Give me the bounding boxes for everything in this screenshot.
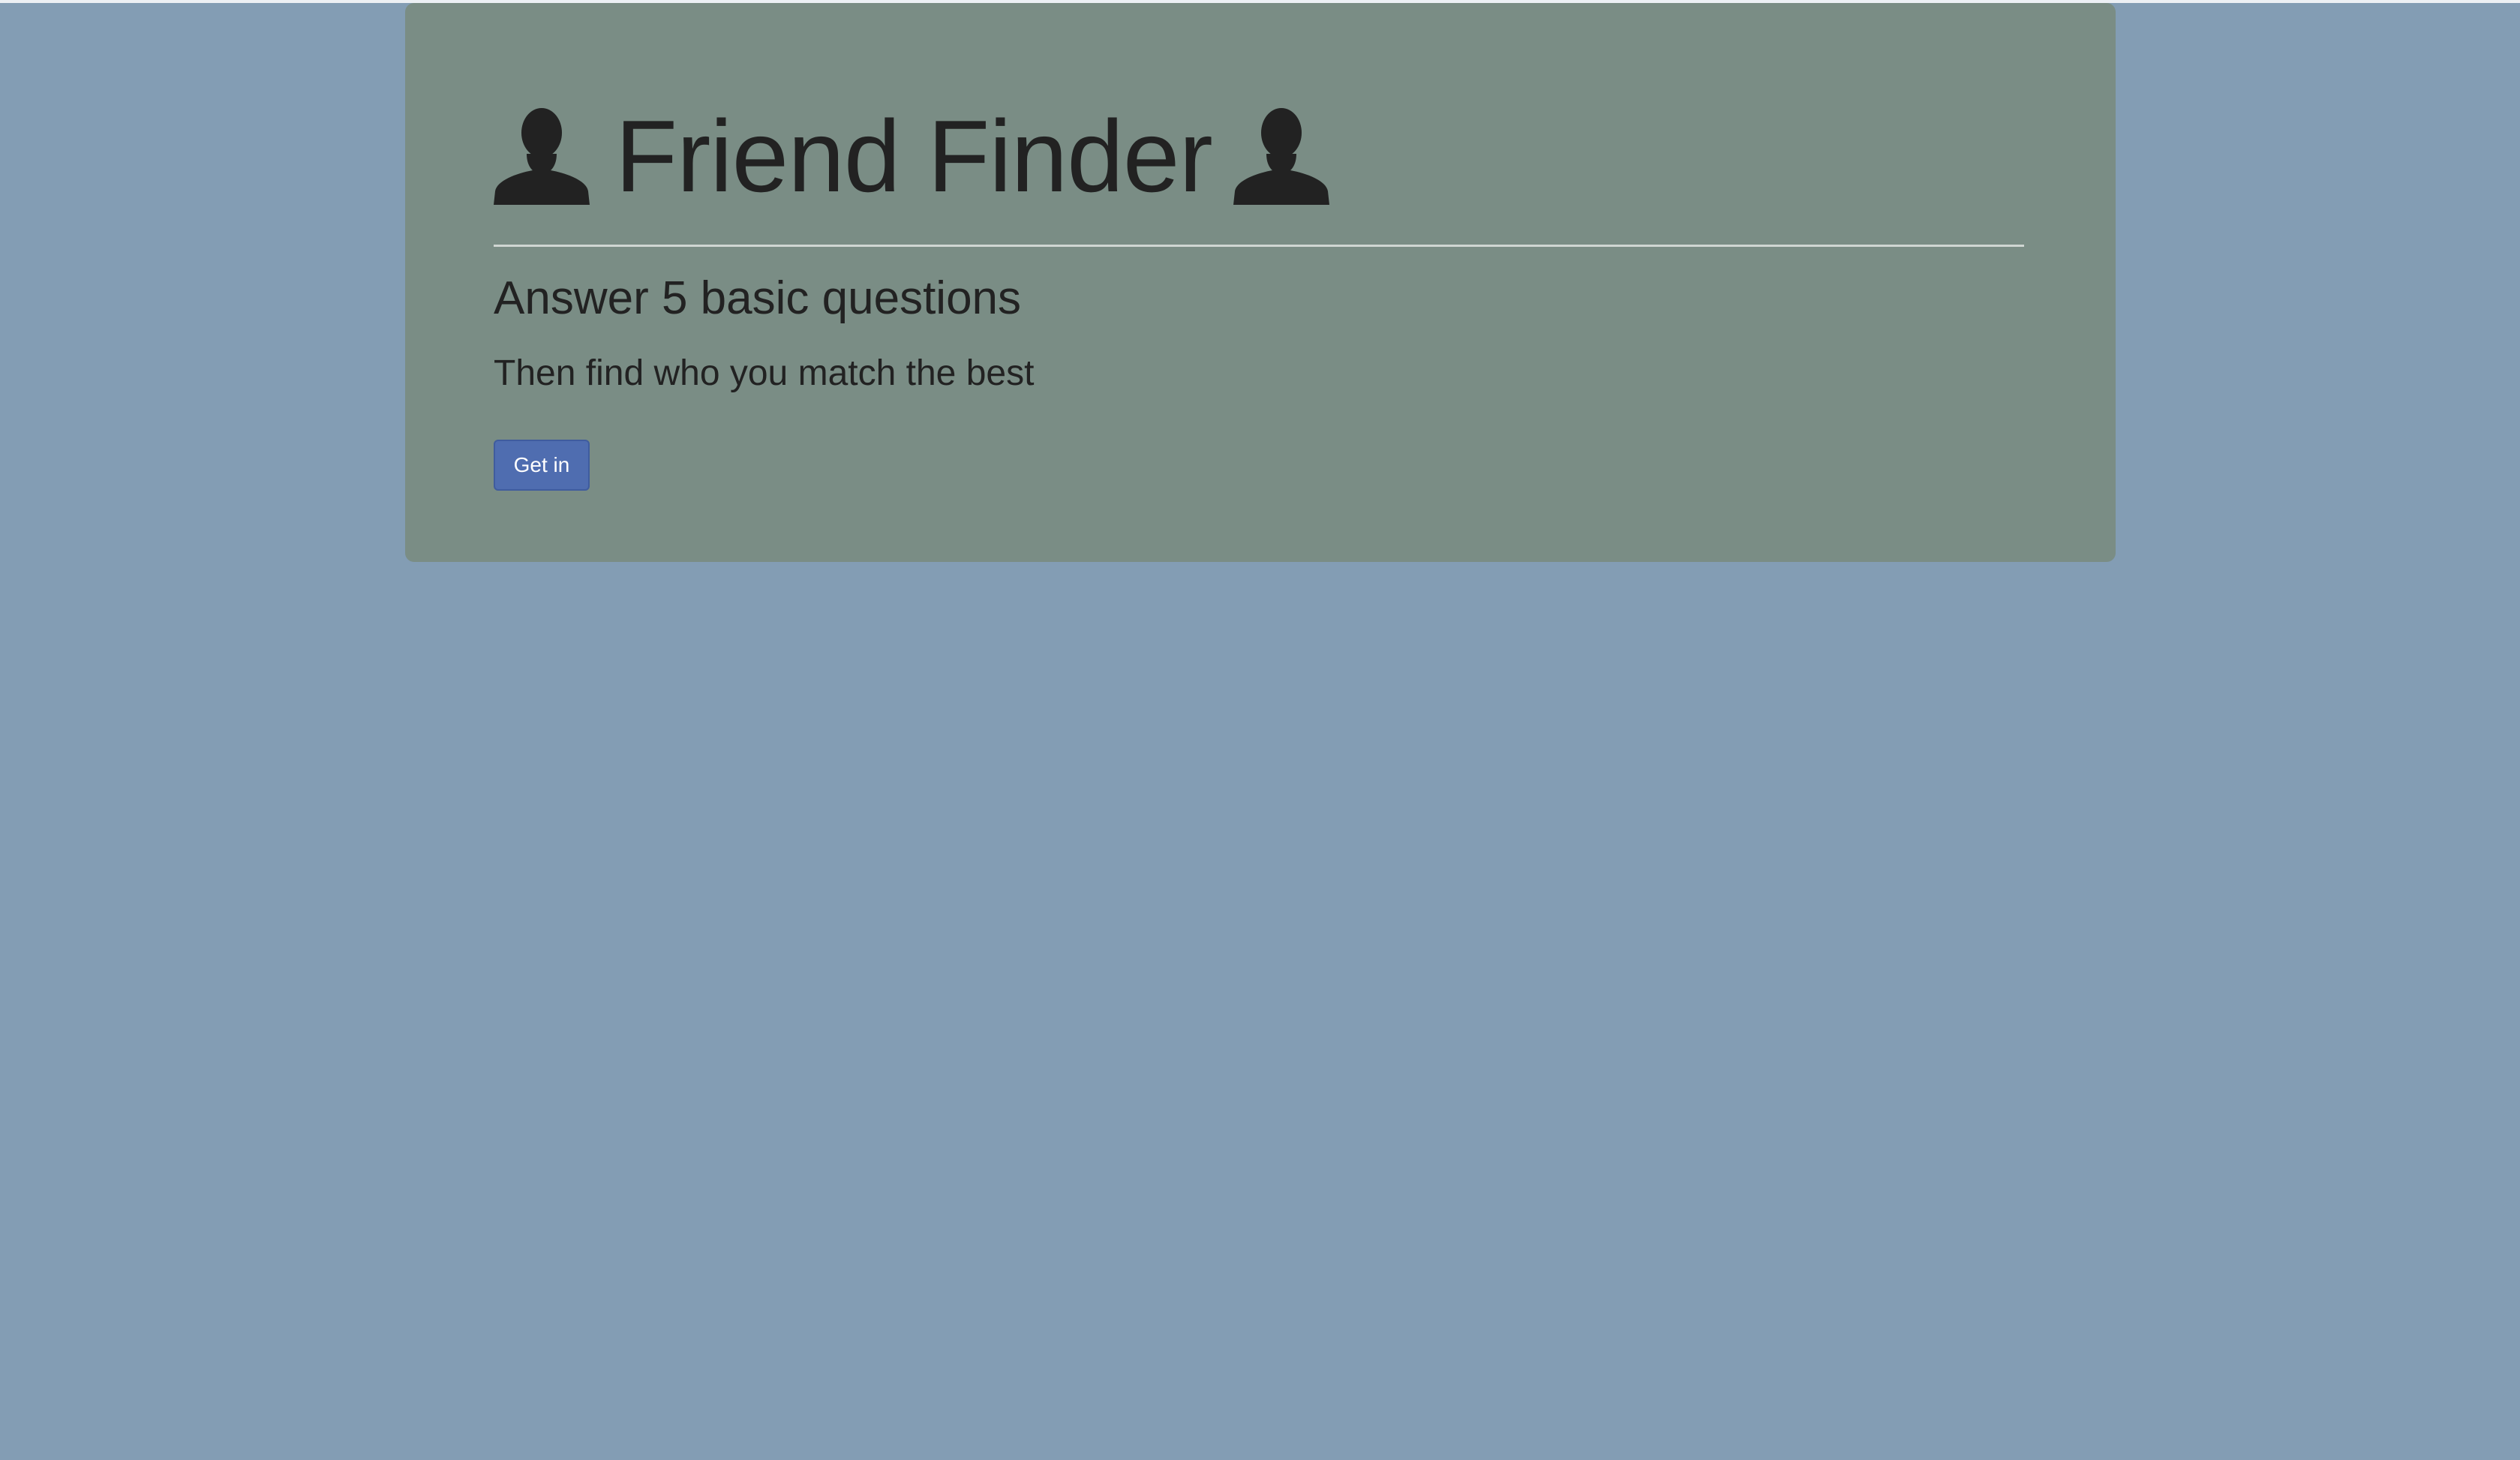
person-icon — [1233, 107, 1329, 205]
get-in-button[interactable]: Get in — [494, 440, 590, 491]
page-title: Friend Finder — [494, 96, 1329, 216]
jumbotron: Friend Finder Answer 5 basic questions T… — [405, 3, 2116, 562]
lead-text: Then find who you match the best — [494, 353, 1035, 393]
title-text: Friend Finder — [615, 99, 1213, 213]
divider — [494, 245, 2024, 247]
subtitle: Answer 5 basic questions — [494, 272, 1022, 324]
person-icon — [494, 107, 590, 205]
